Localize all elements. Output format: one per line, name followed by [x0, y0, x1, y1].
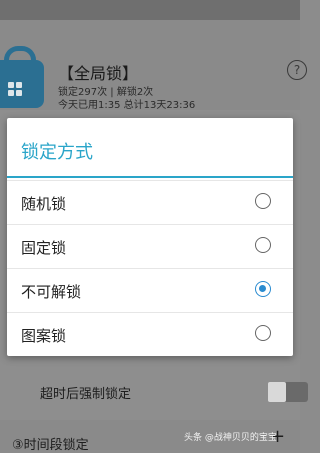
option-random-lock[interactable]: 随机锁 [7, 180, 293, 224]
usage-stats: 锁定297次 | 解锁2次 今天已用1:35 总计13天23:36 [58, 86, 195, 112]
option-label: 固定锁 [21, 239, 67, 257]
option-label: 不可解锁 [21, 283, 82, 301]
help-icon[interactable]: ? [287, 60, 307, 80]
force-lock-label: 超时后强制锁定 [40, 387, 132, 402]
force-lock-toggle[interactable] [268, 382, 308, 402]
option-label: 随机锁 [21, 195, 67, 213]
option-no-unlock[interactable]: 不可解锁 [7, 268, 293, 312]
option-fixed-lock[interactable]: 固定锁 [7, 224, 293, 268]
status-bar [0, 0, 300, 20]
force-lock-row: 超时后强制锁定 [0, 365, 308, 415]
toggle-knob [268, 382, 286, 402]
dialog-title: 锁定方式 [21, 142, 93, 163]
radio-button[interactable] [255, 325, 271, 341]
app-header: 【全局锁】 锁定297次 | 解锁2次 今天已用1:35 总计13天23:36 … [0, 20, 307, 112]
radio-button[interactable] [255, 237, 271, 253]
radio-button-selected[interactable] [255, 281, 271, 297]
option-label: 图案锁 [21, 327, 67, 345]
time-period-label: ③时间段锁定 [12, 438, 89, 453]
option-pattern-lock[interactable]: 图案锁 [7, 312, 293, 356]
app-title: 【全局锁】 [58, 64, 139, 83]
dialog-title-divider [7, 176, 293, 178]
radio-button[interactable] [255, 193, 271, 209]
lock-icon [0, 46, 44, 108]
lock-mode-dialog: 锁定方式 随机锁 固定锁 不可解锁 图案锁 [7, 118, 293, 356]
lock-count: 锁定297次 | 解锁2次 [58, 87, 154, 98]
watermark: 头条 @战神贝贝的宝宝 [184, 433, 277, 443]
usage-time: 今天已用1:35 总计13天23:36 [58, 100, 196, 111]
